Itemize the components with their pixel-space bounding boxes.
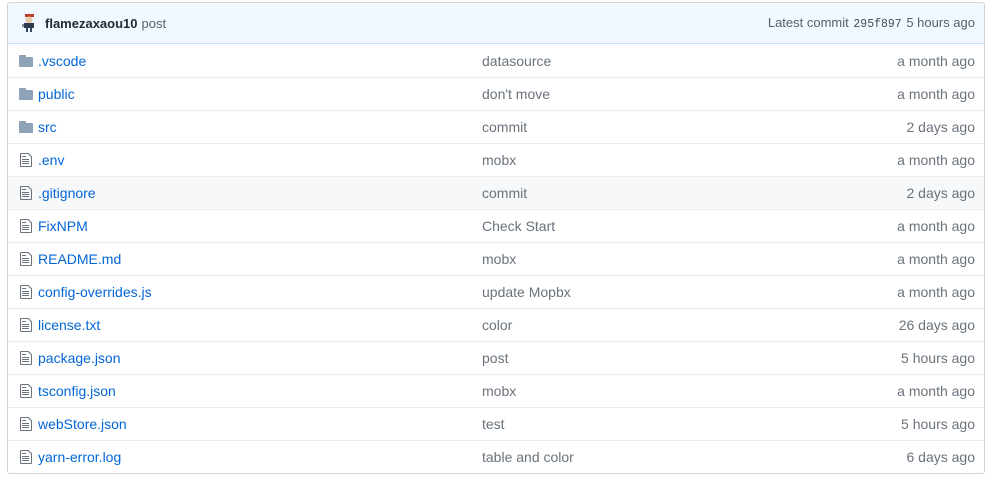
file-age: a month ago	[897, 152, 975, 168]
file-commit-message-link[interactable]: color	[482, 317, 899, 333]
file-age: 5 hours ago	[901, 416, 975, 432]
file-name-link[interactable]: package.json	[38, 350, 482, 366]
file-commit-message-link[interactable]: datasource	[482, 53, 897, 69]
folder-icon	[18, 119, 34, 135]
commit-age: 5 hours ago	[906, 15, 975, 30]
file-row-env[interactable]: .env mobx a month ago	[8, 143, 984, 176]
file-icon	[18, 449, 34, 465]
file-commit-message-link[interactable]: commit	[482, 119, 907, 135]
file-commit-message-link[interactable]: test	[482, 416, 901, 432]
file-row-readme-md[interactable]: README.md mobx a month ago	[8, 242, 984, 275]
file-row-gitignore[interactable]: .gitignore commit 2 days ago	[8, 176, 984, 209]
file-row-license-txt[interactable]: license.txt color 26 days ago	[8, 308, 984, 341]
file-age: a month ago	[897, 383, 975, 399]
file-name-link[interactable]: tsconfig.json	[38, 383, 482, 399]
file-icon	[18, 251, 34, 267]
commit-author-link[interactable]: flamezaxaou10	[45, 16, 138, 31]
file-age: 26 days ago	[898, 317, 975, 333]
file-icon	[18, 185, 34, 201]
file-icon	[18, 284, 34, 300]
file-row-yarn-error-log[interactable]: yarn-error.log table and color 6 days ag…	[8, 440, 984, 473]
file-name-link[interactable]: FixNPM	[38, 218, 482, 234]
file-browser: flamezaxaou10 post Latest commit 295f897…	[7, 2, 985, 474]
file-commit-message-link[interactable]: mobx	[482, 251, 897, 267]
file-age: a month ago	[897, 52, 975, 69]
file-age: 6 days ago	[906, 449, 976, 465]
file-name-link[interactable]: src	[38, 119, 482, 135]
file-commit-message-link[interactable]: post	[482, 350, 901, 366]
file-name-link[interactable]: .vscode	[38, 53, 482, 69]
file-row-src[interactable]: src commit 2 days ago	[8, 110, 984, 143]
file-age: 5 hours ago	[901, 350, 975, 366]
file-commit-message-link[interactable]: commit	[482, 185, 907, 201]
file-commit-message-link[interactable]: update Mopbx	[482, 284, 897, 300]
file-commit-message-link[interactable]: don't move	[482, 86, 897, 102]
file-icon	[18, 317, 34, 333]
file-icon	[18, 383, 34, 399]
file-name-link[interactable]: public	[38, 86, 482, 102]
file-age: a month ago	[897, 284, 975, 300]
file-commit-message-link[interactable]: mobx	[482, 383, 897, 399]
latest-commit-bar: flamezaxaou10 post Latest commit 295f897…	[8, 3, 984, 44]
file-name-link[interactable]: config-overrides.js	[38, 284, 482, 300]
file-row-tsconfig-json[interactable]: tsconfig.json mobx a month ago	[8, 374, 984, 407]
commit-meta: Latest commit 295f897 5 hours ago	[768, 15, 975, 31]
file-row-webstore-json[interactable]: webStore.json test 5 hours ago	[8, 407, 984, 440]
file-icon	[18, 152, 34, 168]
file-icon	[18, 218, 34, 234]
file-list: .vscode datasource a month ago public do…	[8, 44, 984, 473]
file-icon	[18, 350, 34, 366]
file-row-public[interactable]: public don't move a month ago	[8, 77, 984, 110]
file-age: 2 days ago	[906, 119, 976, 135]
file-name-link[interactable]: license.txt	[38, 317, 482, 333]
file-name-link[interactable]: yarn-error.log	[38, 449, 482, 465]
file-commit-message-link[interactable]: Check Start	[482, 218, 897, 234]
folder-icon	[18, 86, 34, 102]
file-age: a month ago	[897, 218, 975, 234]
file-row-package-json[interactable]: package.json post 5 hours ago	[8, 341, 984, 374]
file-row-fixnpm[interactable]: FixNPM Check Start a month ago	[8, 209, 984, 242]
file-age: 2 days ago	[906, 185, 976, 201]
file-age: a month ago	[897, 251, 975, 267]
file-age: a month ago	[897, 86, 975, 102]
file-name-link[interactable]: webStore.json	[38, 416, 482, 432]
file-row-vscode[interactable]: .vscode datasource a month ago	[8, 44, 984, 77]
file-name-link[interactable]: README.md	[38, 251, 482, 267]
latest-commit-label: Latest commit	[767, 15, 849, 30]
commit-sha-link[interactable]: 295f897	[853, 18, 901, 31]
file-commit-message-link[interactable]: mobx	[482, 152, 897, 168]
file-row-config-overrides-js[interactable]: config-overrides.js update Mopbx a month…	[8, 275, 984, 308]
avatar[interactable]	[20, 14, 38, 32]
file-commit-message-link[interactable]: table and color	[482, 449, 907, 465]
folder-icon	[18, 53, 34, 69]
file-name-link[interactable]: .gitignore	[38, 185, 482, 201]
file-name-link[interactable]: .env	[38, 152, 482, 168]
file-icon	[18, 416, 34, 432]
commit-message-link[interactable]: post	[142, 16, 167, 31]
